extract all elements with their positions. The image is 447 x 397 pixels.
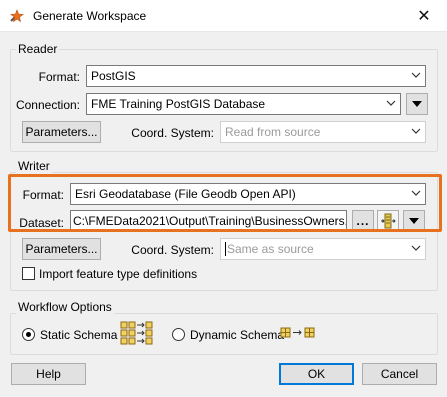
static-schema-icon [120,321,153,345]
reader-connection-menu-button[interactable] [406,93,428,115]
reader-format-value: PostGIS [91,69,136,83]
dynamic-schema-label: Dynamic Schema [190,328,285,342]
reader-connection-select[interactable]: FME Training PostGIS Database [86,93,401,115]
chevron-down-icon [411,72,421,78]
help-button[interactable]: Help [11,363,86,385]
writer-group-label: Writer [16,159,52,173]
import-definitions-checkbox[interactable] [22,267,35,280]
cancel-button[interactable]: Cancel [362,363,437,385]
browse-label: ... [356,214,370,228]
chevron-down-icon [411,190,421,196]
writer-coord-label: Coord. System: [131,243,214,257]
reader-parameters-button[interactable]: Parameters... [22,121,101,143]
writer-dataset-input[interactable]: C:\FMEData2021\Output\Training\BusinessO… [70,210,347,232]
reader-format-select[interactable]: PostGIS [86,65,426,87]
window-title: Generate Workspace [33,9,147,23]
triangle-down-icon [409,218,419,224]
reader-format-label: Format: [38,70,80,84]
chevron-down-icon [386,100,396,106]
static-schema-radio[interactable] [22,328,35,341]
writer-dataset-value: C:\FMEData2021\Output\Training\BusinessO… [73,214,347,228]
writer-format-label: Format: [22,188,64,202]
dynamic-schema-radio[interactable] [172,328,185,341]
browse-button[interactable]: ... [352,210,374,232]
ok-button[interactable]: OK [279,363,354,385]
reader-coord-value: Read from source [225,125,321,139]
dynamic-schema-icon [280,327,315,338]
fme-workspace-icon [10,9,24,23]
reader-coord-select[interactable]: Read from source [220,121,426,143]
reader-connection-value: FME Training PostGIS Database [91,97,266,111]
workflow-group-label: Workflow Options [16,300,114,314]
close-icon: ✕ [417,8,431,25]
writer-dataset-label: Dataset: [19,216,64,230]
reader-connection-label: Connection: [15,98,80,112]
feature-types-icon [381,213,396,229]
triangle-down-icon [412,101,422,107]
close-button[interactable]: ✕ [401,0,447,32]
writer-coord-placeholder: Same as source [225,242,314,256]
chevron-down-icon [411,128,421,134]
static-schema-label: Static Schema [40,328,118,342]
writer-format-select[interactable]: Esri Geodatabase (File Geodb Open API) [70,183,426,205]
chevron-down-icon [411,245,421,251]
writer-dataset-menu-button[interactable] [403,210,425,232]
reader-group-label: Reader [16,42,60,56]
writer-parameters-button[interactable]: Parameters... [22,238,101,260]
title-bar: Generate Workspace ✕ [0,0,447,32]
reader-coord-label: Coord. System: [131,126,214,140]
feature-types-button[interactable] [377,210,399,232]
import-definitions-label: Import feature type definitions [39,267,198,281]
writer-coord-select[interactable]: Same as source [220,238,426,260]
writer-format-value: Esri Geodatabase (File Geodb Open API) [75,187,296,201]
